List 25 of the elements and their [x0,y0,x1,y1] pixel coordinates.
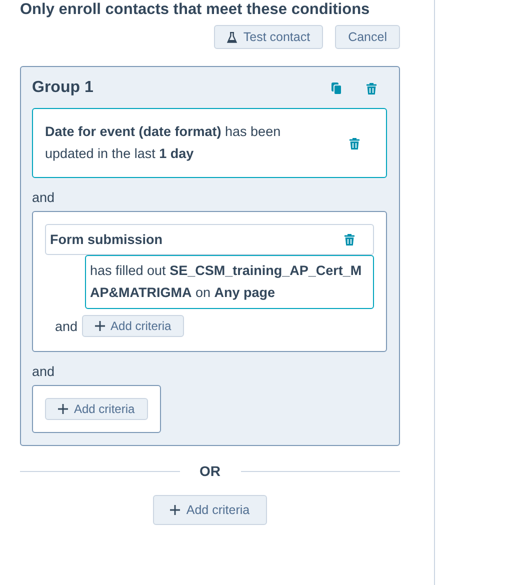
or-divider-label: OR [200,463,220,479]
and-label: and [32,364,56,379]
form-submission-header[interactable]: Form submission [45,224,374,255]
add-criteria-button[interactable]: Add criteria [45,398,148,420]
form-filter-card[interactable]: has filled out SE_CSM_training_AP_Cert_MAP&MATRIGMA on Any page [85,255,374,309]
add-criteria-button[interactable]: Add criteria [82,315,184,337]
filter-type-label: Form submission [50,232,163,247]
cancel-button[interactable]: Cancel [335,25,400,49]
trash-icon[interactable] [366,82,377,94]
flask-icon [227,32,238,42]
trash-icon[interactable] [344,233,355,246]
trash-icon[interactable] [349,136,360,150]
and-label: and [32,190,56,205]
plus-icon [170,505,180,515]
filter-description: has filled out SE_CSM_training_AP_Cert_MAP&MATRIGMA on Any page [90,262,363,302]
section-heading: Only enroll contacts that meet these conditions [20,1,371,19]
filter-card[interactable]: Date for event (date format) has been updated in the last 1 day [32,108,387,178]
plus-icon [58,404,68,414]
filter-description: Date for event (date format) has been updated in the last 1 day [45,123,282,163]
plus-icon [94,321,105,331]
add-criteria-button[interactable]: Add criteria [153,495,267,525]
and-label: and [55,318,78,334]
copy-icon[interactable] [331,82,342,94]
test-contact-button[interactable]: Test contact [214,25,324,49]
group-title: Group 1 [32,79,94,97]
